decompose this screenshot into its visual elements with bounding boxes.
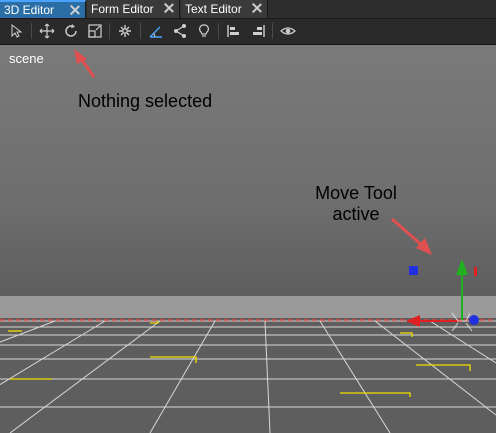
tab-3d-editor-label: 3D Editor — [4, 3, 55, 17]
visibility-eye-icon[interactable] — [278, 21, 298, 41]
tab-3d-editor[interactable]: 3D Editor — [0, 0, 86, 18]
toolbar-divider — [109, 23, 110, 39]
toolbar-divider — [140, 23, 141, 39]
scene-label: scene — [9, 51, 44, 66]
toolbar-divider — [272, 23, 273, 39]
rotate-icon[interactable] — [61, 21, 81, 41]
tab-form-editor-label: Form Editor — [91, 2, 154, 16]
3d-viewport[interactable]: scene — [0, 45, 496, 433]
tab-text-editor-label: Text Editor — [185, 2, 242, 16]
scene-canvas — [0, 49, 496, 433]
light-bulb-icon[interactable] — [194, 21, 214, 41]
share-icon[interactable] — [170, 21, 190, 41]
close-icon[interactable] — [69, 4, 81, 16]
move-icon[interactable] — [37, 21, 57, 41]
toolbar-divider — [218, 23, 219, 39]
scale-icon[interactable] — [85, 21, 105, 41]
tab-text-editor[interactable]: Text Editor — [181, 0, 268, 18]
toolbar-divider — [31, 23, 32, 39]
close-icon[interactable] — [251, 2, 263, 14]
align-left-icon[interactable] — [224, 21, 244, 41]
annotation-move-tool-line2: active — [332, 204, 380, 224]
editor-tab-bar: 3D Editor Form Editor Text Editor — [0, 0, 496, 19]
annotation-move-tool-line1: Move Tool — [315, 183, 397, 203]
horizon-band — [0, 296, 496, 318]
align-right-icon[interactable] — [248, 21, 268, 41]
close-icon[interactable] — [163, 2, 175, 14]
annotation-nothing-selected: Nothing selected — [78, 91, 213, 111]
snap-icon[interactable] — [115, 21, 135, 41]
editor-toolbar — [0, 19, 496, 45]
annotation-move-tool: Move Tool active — [300, 183, 412, 225]
angle-icon[interactable] — [146, 21, 166, 41]
select-arrow-icon[interactable] — [7, 21, 27, 41]
tab-form-editor[interactable]: Form Editor — [87, 0, 180, 18]
